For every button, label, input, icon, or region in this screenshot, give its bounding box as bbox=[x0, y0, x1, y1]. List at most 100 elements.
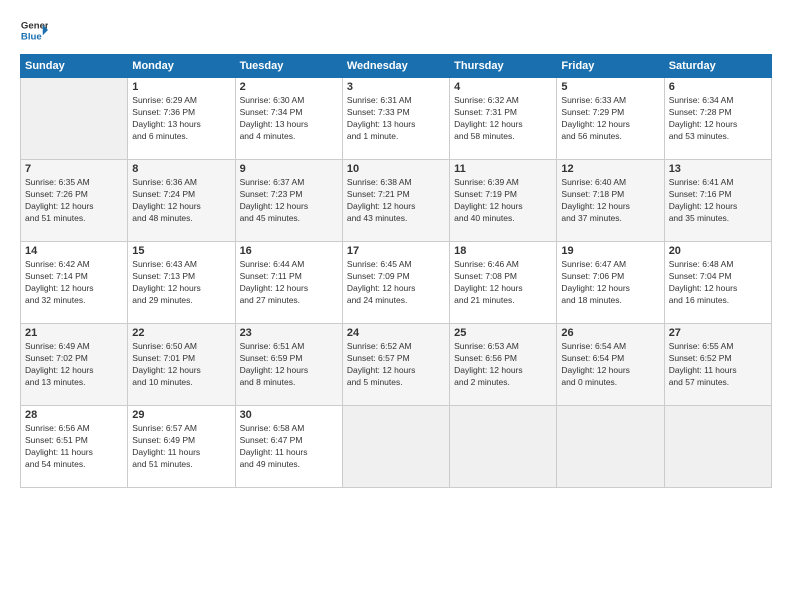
calendar-cell: 26 Sunrise: 6:54 AM Sunset: 6:54 PM Dayli… bbox=[557, 324, 664, 406]
day-info: Sunrise: 6:34 AM Sunset: 7:28 PM Dayligh… bbox=[669, 95, 767, 143]
day-number: 6 bbox=[669, 81, 767, 93]
day-number: 20 bbox=[669, 245, 767, 257]
day-info: Sunrise: 6:43 AM Sunset: 7:13 PM Dayligh… bbox=[132, 259, 230, 307]
day-info: Sunrise: 6:33 AM Sunset: 7:29 PM Dayligh… bbox=[561, 95, 659, 143]
day-number: 27 bbox=[669, 327, 767, 339]
calendar-cell: 18 Sunrise: 6:46 AM Sunset: 7:08 PM Dayli… bbox=[450, 242, 557, 324]
calendar-cell bbox=[342, 406, 449, 488]
day-info: Sunrise: 6:53 AM Sunset: 6:56 PM Dayligh… bbox=[454, 341, 552, 389]
day-info: Sunrise: 6:50 AM Sunset: 7:01 PM Dayligh… bbox=[132, 341, 230, 389]
calendar-cell: 6 Sunrise: 6:34 AM Sunset: 7:28 PM Daylig… bbox=[664, 78, 771, 160]
day-info: Sunrise: 6:44 AM Sunset: 7:11 PM Dayligh… bbox=[240, 259, 338, 307]
calendar-cell: 5 Sunrise: 6:33 AM Sunset: 7:29 PM Daylig… bbox=[557, 78, 664, 160]
day-number: 30 bbox=[240, 409, 338, 421]
week-row-2: 7 Sunrise: 6:35 AM Sunset: 7:26 PM Daylig… bbox=[21, 160, 772, 242]
col-header-wednesday: Wednesday bbox=[342, 55, 449, 78]
day-number: 8 bbox=[132, 163, 230, 175]
page: General Blue SundayMondayTuesdayWednesda… bbox=[0, 0, 792, 612]
calendar-cell: 8Sunrise: 6:36 AM Sunset: 7:24 PM Daylig… bbox=[128, 160, 235, 242]
day-info: Sunrise: 6:56 AM Sunset: 6:51 PM Dayligh… bbox=[25, 423, 123, 471]
day-number: 18 bbox=[454, 245, 552, 257]
day-number: 14 bbox=[25, 245, 123, 257]
day-info: Sunrise: 6:38 AM Sunset: 7:21 PM Dayligh… bbox=[347, 177, 445, 225]
day-number: 1 bbox=[132, 81, 230, 93]
calendar-cell: 16 Sunrise: 6:44 AM Sunset: 7:11 PM Dayli… bbox=[235, 242, 342, 324]
calendar-cell: 23 Sunrise: 6:51 AM Sunset: 6:59 PM Dayli… bbox=[235, 324, 342, 406]
day-number: 28 bbox=[25, 409, 123, 421]
day-info: Sunrise: 6:29 AM Sunset: 7:36 PM Dayligh… bbox=[132, 95, 230, 143]
day-number: 15 bbox=[132, 245, 230, 257]
day-info: Sunrise: 6:46 AM Sunset: 7:08 PM Dayligh… bbox=[454, 259, 552, 307]
calendar-cell: 7 Sunrise: 6:35 AM Sunset: 7:26 PM Daylig… bbox=[21, 160, 128, 242]
calendar-cell: 24 Sunrise: 6:52 AM Sunset: 6:57 PM Dayli… bbox=[342, 324, 449, 406]
calendar-cell: 4 Sunrise: 6:32 AM Sunset: 7:31 PM Daylig… bbox=[450, 78, 557, 160]
week-row-1: 1 Sunrise: 6:29 AM Sunset: 7:36 PM Daylig… bbox=[21, 78, 772, 160]
col-header-tuesday: Tuesday bbox=[235, 55, 342, 78]
day-number: 23 bbox=[240, 327, 338, 339]
calendar-cell: 30 Sunrise: 6:58 AM Sunset: 6:47 PM Dayli… bbox=[235, 406, 342, 488]
calendar-table: SundayMondayTuesdayWednesdayThursdayFrid… bbox=[20, 54, 772, 488]
logo-icon: General Blue bbox=[20, 16, 48, 44]
day-info: Sunrise: 6:51 AM Sunset: 6:59 PM Dayligh… bbox=[240, 341, 338, 389]
calendar-cell bbox=[664, 406, 771, 488]
calendar-cell: 11Sunrise: 6:39 AM Sunset: 7:19 PM Dayli… bbox=[450, 160, 557, 242]
calendar-cell: 17Sunrise: 6:45 AM Sunset: 7:09 PM Dayli… bbox=[342, 242, 449, 324]
day-info: Sunrise: 6:49 AM Sunset: 7:02 PM Dayligh… bbox=[25, 341, 123, 389]
svg-text:Blue: Blue bbox=[21, 32, 42, 43]
calendar-cell: 29 Sunrise: 6:57 AM Sunset: 6:49 PM Dayli… bbox=[128, 406, 235, 488]
day-info: Sunrise: 6:35 AM Sunset: 7:26 PM Dayligh… bbox=[25, 177, 123, 225]
day-info: Sunrise: 6:41 AM Sunset: 7:16 PM Dayligh… bbox=[669, 177, 767, 225]
day-number: 22 bbox=[132, 327, 230, 339]
day-info: Sunrise: 6:37 AM Sunset: 7:23 PM Dayligh… bbox=[240, 177, 338, 225]
day-info: Sunrise: 6:30 AM Sunset: 7:34 PM Dayligh… bbox=[240, 95, 338, 143]
day-info: Sunrise: 6:42 AM Sunset: 7:14 PM Dayligh… bbox=[25, 259, 123, 307]
col-header-saturday: Saturday bbox=[664, 55, 771, 78]
day-number: 26 bbox=[561, 327, 659, 339]
day-info: Sunrise: 6:31 AM Sunset: 7:33 PM Dayligh… bbox=[347, 95, 445, 143]
calendar-cell: 2 Sunrise: 6:30 AM Sunset: 7:34 PM Daylig… bbox=[235, 78, 342, 160]
calendar-cell: 22 Sunrise: 6:50 AM Sunset: 7:01 PM Dayli… bbox=[128, 324, 235, 406]
day-info: Sunrise: 6:40 AM Sunset: 7:18 PM Dayligh… bbox=[561, 177, 659, 225]
day-number: 29 bbox=[132, 409, 230, 421]
calendar-cell: 10 Sunrise: 6:38 AM Sunset: 7:21 PM Dayli… bbox=[342, 160, 449, 242]
col-header-monday: Monday bbox=[128, 55, 235, 78]
calendar-cell bbox=[450, 406, 557, 488]
day-number: 7 bbox=[25, 163, 123, 175]
day-number: 10 bbox=[347, 163, 445, 175]
week-row-4: 21Sunrise: 6:49 AM Sunset: 7:02 PM Dayli… bbox=[21, 324, 772, 406]
day-number: 19 bbox=[561, 245, 659, 257]
day-info: Sunrise: 6:52 AM Sunset: 6:57 PM Dayligh… bbox=[347, 341, 445, 389]
day-number: 24 bbox=[347, 327, 445, 339]
day-info: Sunrise: 6:58 AM Sunset: 6:47 PM Dayligh… bbox=[240, 423, 338, 471]
calendar-cell: 21Sunrise: 6:49 AM Sunset: 7:02 PM Dayli… bbox=[21, 324, 128, 406]
col-header-friday: Friday bbox=[557, 55, 664, 78]
header-row: SundayMondayTuesdayWednesdayThursdayFrid… bbox=[21, 55, 772, 78]
calendar-cell: 28 Sunrise: 6:56 AM Sunset: 6:51 PM Dayli… bbox=[21, 406, 128, 488]
day-number: 4 bbox=[454, 81, 552, 93]
day-info: Sunrise: 6:55 AM Sunset: 6:52 PM Dayligh… bbox=[669, 341, 767, 389]
calendar-cell: 20Sunrise: 6:48 AM Sunset: 7:04 PM Dayli… bbox=[664, 242, 771, 324]
calendar-cell: 13 Sunrise: 6:41 AM Sunset: 7:16 PM Dayli… bbox=[664, 160, 771, 242]
day-info: Sunrise: 6:54 AM Sunset: 6:54 PM Dayligh… bbox=[561, 341, 659, 389]
calendar-cell: 19Sunrise: 6:47 AM Sunset: 7:06 PM Dayli… bbox=[557, 242, 664, 324]
calendar-cell: 9 Sunrise: 6:37 AM Sunset: 7:23 PM Daylig… bbox=[235, 160, 342, 242]
calendar-cell: 14 Sunrise: 6:42 AM Sunset: 7:14 PM Dayli… bbox=[21, 242, 128, 324]
day-number: 13 bbox=[669, 163, 767, 175]
day-number: 3 bbox=[347, 81, 445, 93]
day-number: 9 bbox=[240, 163, 338, 175]
calendar-cell: 25Sunrise: 6:53 AM Sunset: 6:56 PM Dayli… bbox=[450, 324, 557, 406]
day-number: 17 bbox=[347, 245, 445, 257]
week-row-3: 14 Sunrise: 6:42 AM Sunset: 7:14 PM Dayli… bbox=[21, 242, 772, 324]
day-number: 11 bbox=[454, 163, 552, 175]
calendar-cell bbox=[557, 406, 664, 488]
day-number: 5 bbox=[561, 81, 659, 93]
col-header-sunday: Sunday bbox=[21, 55, 128, 78]
calendar-cell bbox=[21, 78, 128, 160]
day-info: Sunrise: 6:32 AM Sunset: 7:31 PM Dayligh… bbox=[454, 95, 552, 143]
day-number: 16 bbox=[240, 245, 338, 257]
day-number: 12 bbox=[561, 163, 659, 175]
day-info: Sunrise: 6:57 AM Sunset: 6:49 PM Dayligh… bbox=[132, 423, 230, 471]
calendar-cell: 3 Sunrise: 6:31 AM Sunset: 7:33 PM Daylig… bbox=[342, 78, 449, 160]
calendar-cell: 1 Sunrise: 6:29 AM Sunset: 7:36 PM Daylig… bbox=[128, 78, 235, 160]
day-number: 2 bbox=[240, 81, 338, 93]
